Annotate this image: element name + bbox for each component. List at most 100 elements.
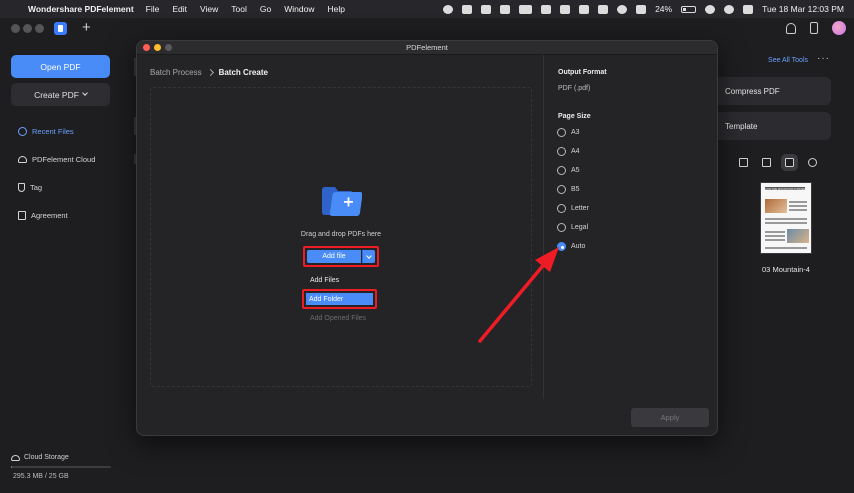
- window-zoom-button[interactable]: [35, 24, 44, 33]
- grid-view-icon[interactable]: [781, 154, 798, 171]
- menu-edit[interactable]: Edit: [172, 4, 187, 14]
- radio-label: Legal: [571, 224, 589, 231]
- sidebar-item-pdfelement-cloud[interactable]: PDFelement Cloud: [18, 155, 95, 164]
- radio-button[interactable]: [557, 185, 566, 194]
- window-close-button[interactable]: [11, 24, 20, 33]
- view-controls: [739, 154, 817, 171]
- more-icon[interactable]: ···: [817, 53, 830, 64]
- radio-label: B5: [571, 186, 580, 193]
- storage-used-fill: [11, 466, 13, 468]
- menu-window[interactable]: Window: [284, 4, 314, 14]
- page-size-option-legal[interactable]: Legal: [557, 223, 588, 232]
- bell-icon[interactable]: [786, 22, 796, 34]
- see-all-tools-link[interactable]: See All Tools: [768, 57, 808, 64]
- add-file-button[interactable]: Add file: [307, 250, 361, 263]
- search-icon[interactable]: [724, 4, 735, 14]
- menu-item-add-folder[interactable]: Add Folder: [306, 293, 373, 305]
- output-format-label: Output Format: [558, 69, 607, 76]
- window-minimize-button[interactable]: [23, 24, 32, 33]
- radio-button[interactable]: [557, 128, 566, 137]
- thumbnail-text-line: [789, 201, 807, 203]
- control-center-icon[interactable]: [743, 4, 754, 14]
- breadcrumb-batch-create: Batch Create: [218, 68, 268, 77]
- list-view-icon[interactable]: [762, 158, 771, 167]
- refresh-icon[interactable]: [808, 158, 817, 167]
- sidebar-item-tag[interactable]: Tag: [18, 183, 42, 192]
- menu-view[interactable]: View: [200, 4, 218, 14]
- radio-label: A5: [571, 167, 580, 174]
- status-app-icon[interactable]: [462, 4, 473, 14]
- thumbnail-text-line: [765, 239, 785, 241]
- tool-card-template[interactable]: Template: [707, 112, 831, 140]
- pen-icon[interactable]: [636, 4, 647, 14]
- thumbnail-text-line: [765, 235, 785, 237]
- create-pdf-button[interactable]: Create PDF: [11, 83, 110, 106]
- panel-divider: [543, 55, 544, 399]
- status-app-icon[interactable]: [481, 4, 492, 14]
- recent-file-name[interactable]: 03 Mountain-4: [760, 265, 812, 274]
- menu-item-add-files[interactable]: Add Files: [310, 277, 339, 284]
- page-size-option-a5[interactable]: A5: [557, 166, 580, 175]
- status-app-icon[interactable]: [560, 4, 571, 14]
- batch-create-dialog: PDFelement Batch Process Batch Create Dr…: [136, 40, 718, 436]
- menu-app-name[interactable]: Wondershare PDFelement: [28, 4, 134, 14]
- status-app-icon[interactable]: [519, 4, 533, 14]
- status-app-icon[interactable]: [579, 4, 590, 14]
- bluetooth-icon[interactable]: [500, 4, 511, 14]
- clock[interactable]: Tue 18 Mar 12:03 PM: [762, 4, 844, 14]
- tool-card-compress-pdf[interactable]: Compress PDF: [707, 77, 831, 105]
- sidebar-item-label: Recent Files: [32, 127, 74, 136]
- menu-file[interactable]: File: [146, 4, 160, 14]
- menu-help[interactable]: Help: [327, 4, 344, 14]
- recent-file-thumbnail[interactable]: HOW ARE MOUNTAINS FORMED?: [760, 182, 812, 254]
- new-tab-plus-icon[interactable]: +: [82, 19, 91, 36]
- menu-tool[interactable]: Tool: [231, 4, 247, 14]
- sidebar: Open PDF Create PDF Recent Files PDFelem…: [0, 40, 122, 493]
- open-pdf-button[interactable]: Open PDF: [11, 55, 110, 78]
- cloud-icon: [18, 156, 27, 163]
- tool-card-label: Compress PDF: [725, 86, 780, 96]
- chevron-down-icon: [366, 252, 372, 259]
- page-size-option-letter[interactable]: Letter: [557, 204, 589, 213]
- cloud-storage[interactable]: Cloud Storage: [11, 454, 69, 461]
- tag-icon: [18, 183, 25, 192]
- radio-button[interactable]: [557, 223, 566, 232]
- document-icon: [18, 211, 26, 220]
- pdfelement-logo-icon[interactable]: [54, 22, 67, 35]
- radio-label: A3: [571, 129, 580, 136]
- thumbnail-image: [765, 199, 787, 213]
- sidebar-item-recent-files[interactable]: Recent Files: [18, 127, 74, 136]
- trash-icon[interactable]: [739, 158, 748, 167]
- page-size-option-a3[interactable]: A3: [557, 128, 580, 137]
- status-app-icon[interactable]: [598, 4, 609, 14]
- battery-percent: 24%: [655, 4, 673, 14]
- time-machine-icon[interactable]: [617, 4, 628, 14]
- radio-button[interactable]: [557, 166, 566, 175]
- apply-button[interactable]: Apply: [631, 408, 709, 427]
- svg-text:HOW ARE MOUNTAINS FORMED?: HOW ARE MOUNTAINS FORMED?: [765, 187, 807, 191]
- thumbnail-text-line: [789, 209, 807, 211]
- dialog-title: PDFelement: [406, 43, 448, 52]
- page-size-option-b5[interactable]: B5: [557, 185, 580, 194]
- page-size-option-a4[interactable]: A4: [557, 147, 580, 156]
- wifi-icon[interactable]: [705, 4, 716, 14]
- drop-hint: Drag and drop PDFs here: [300, 231, 382, 238]
- breadcrumb-batch-process[interactable]: Batch Process: [150, 68, 202, 77]
- battery-icon[interactable]: [681, 5, 697, 13]
- mobile-icon[interactable]: [810, 22, 818, 34]
- status-app-icon[interactable]: [443, 4, 454, 14]
- avatar[interactable]: [832, 21, 846, 35]
- sidebar-item-agreement[interactable]: Agreement: [18, 211, 68, 220]
- thumbnail-text-line: [765, 222, 807, 224]
- radio-button-selected[interactable]: [557, 242, 566, 251]
- add-file-dropdown-toggle[interactable]: [362, 250, 375, 263]
- radio-label: Auto: [571, 243, 586, 250]
- menu-go[interactable]: Go: [260, 4, 271, 14]
- radio-button[interactable]: [557, 204, 566, 213]
- add-file-dropdown-menu: Add Files Add Folder Add Opened Files: [302, 272, 378, 327]
- status-app-icon[interactable]: [541, 4, 552, 14]
- page-size-option-auto[interactable]: Auto: [557, 242, 585, 251]
- battery-fill: [683, 7, 687, 11]
- create-pdf-label: Create PDF: [34, 89, 79, 100]
- radio-button[interactable]: [557, 147, 566, 156]
